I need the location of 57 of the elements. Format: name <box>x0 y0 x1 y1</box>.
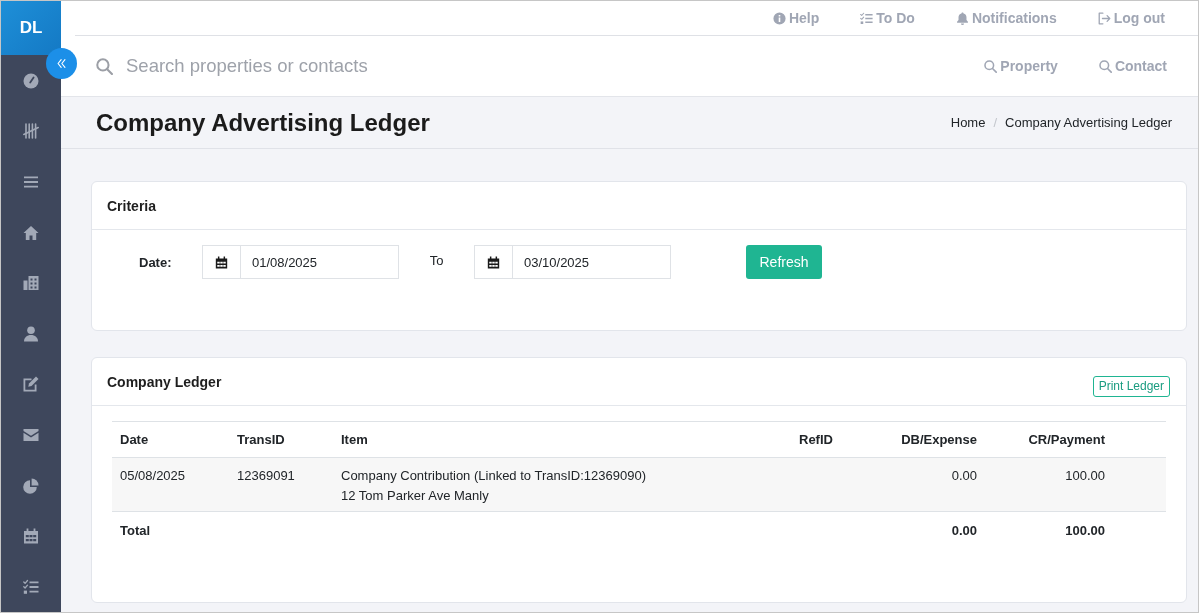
to-label: To <box>428 252 445 268</box>
calendar-icon <box>487 255 500 269</box>
calendar-button[interactable] <box>474 245 513 279</box>
logo[interactable]: DL <box>1 1 61 56</box>
search-field[interactable]: Search properties or contacts <box>126 52 985 80</box>
tally-icon[interactable] <box>23 123 39 140</box>
search-icon <box>1098 59 1112 73</box>
search-scope-link[interactable]: Property <box>984 58 1058 74</box>
top-nav-link[interactable]: To Do <box>860 10 915 26</box>
building-icon[interactable] <box>23 275 39 292</box>
collapse-sidebar-button[interactable] <box>46 48 77 79</box>
calendar-icon[interactable] <box>23 528 39 545</box>
checklist-icon[interactable] <box>23 578 39 595</box>
total-cell: 0.00 <box>871 511 985 548</box>
edit-icon[interactable] <box>23 376 39 393</box>
date-field[interactable]: 03/10/2025 <box>513 245 671 279</box>
top-nav-link[interactable]: Notifications <box>955 10 1057 26</box>
print-ledger-button[interactable]: Print Ledger <box>1092 375 1170 397</box>
calendar-icon <box>215 255 228 269</box>
user-icon[interactable] <box>23 325 39 342</box>
column-header: DB/Expense <box>871 421 985 458</box>
total-cell: 100.00 <box>985 511 1113 548</box>
table-cell: 05/08/2025 <box>112 457 229 512</box>
date-label: Date: <box>139 254 173 270</box>
double-chevron-icon <box>56 58 67 69</box>
page-title: Company Advertising Ledger <box>96 108 430 137</box>
table-cell: 0.00 <box>871 457 985 512</box>
envelope-icon[interactable] <box>23 426 39 443</box>
breadcrumb-link[interactable]: Home <box>950 115 986 130</box>
card-title: Criteria <box>107 197 157 214</box>
top-nav-link[interactable]: Log out <box>1097 10 1165 26</box>
search-scope-link[interactable]: Contact <box>1098 58 1167 74</box>
bell-icon <box>955 11 969 25</box>
logout-icon <box>1097 11 1111 25</box>
table-cell: 12369091 <box>229 457 333 512</box>
table-cell: 100.00 <box>985 457 1113 512</box>
pie-chart-icon[interactable] <box>23 477 39 494</box>
column-header: Item <box>333 421 791 458</box>
total-label: Total <box>112 511 229 548</box>
search-icon <box>96 57 113 75</box>
top-nav-link[interactable]: Help <box>772 10 820 26</box>
column-header: RefID <box>791 421 871 458</box>
info-icon <box>772 11 786 25</box>
gauge-icon[interactable] <box>23 72 39 89</box>
refresh-button[interactable]: Refresh <box>746 245 822 279</box>
column-header: Date <box>112 421 229 458</box>
table-cell: Company Contribution (Linked to TransID:12369090) 12 Tom Parker Ave Manly <box>333 457 791 512</box>
calendar-button[interactable] <box>202 245 241 279</box>
column-header: TransID <box>229 421 333 458</box>
home-icon[interactable] <box>23 224 39 241</box>
date-field[interactable]: 01/08/2025 <box>241 245 399 279</box>
breadcrumb-separator: / <box>993 115 998 130</box>
search-icon <box>984 59 998 73</box>
checklist-icon <box>860 11 874 25</box>
breadcrumb-current: Company Advertising Ledger <box>1005 115 1172 130</box>
card-title: Company Ledger <box>107 373 222 390</box>
column-header: CR/Payment <box>985 421 1113 458</box>
